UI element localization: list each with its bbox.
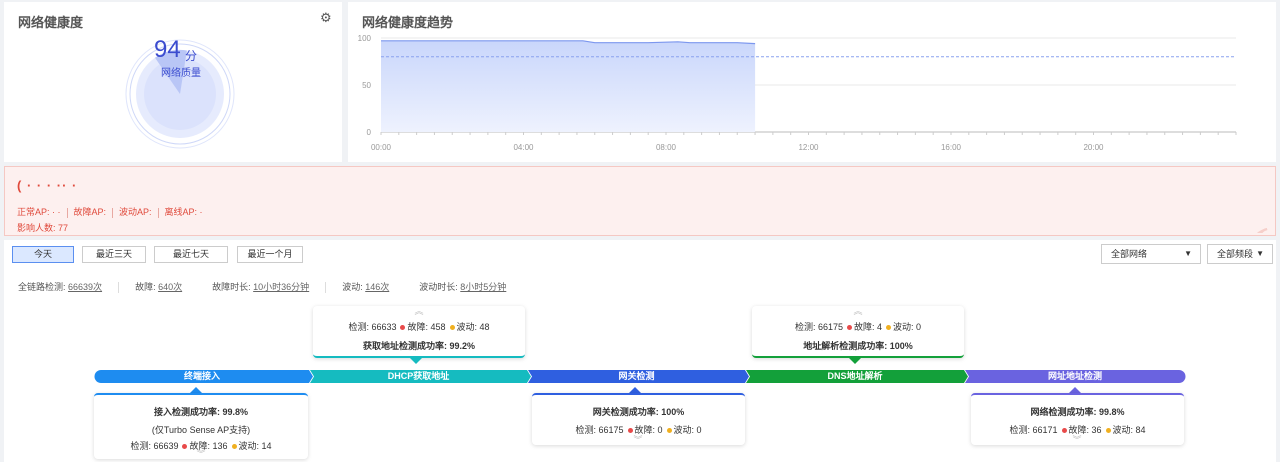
dns-fault: 故障: 4	[854, 322, 883, 332]
terminal-rate: 接入检测成功率: 99.8%	[153, 407, 249, 417]
trend-panel: 网络健康度趋势 0 50 100 00:00 04:00 08:00 12:00 16:00 2…	[348, 2, 1276, 162]
web-card: 网络检测成功率: 99.8% 检测: 66171 故障: 36 波动: 84 ︾	[971, 393, 1184, 445]
terminal-card: 接入检测成功率: 99.8% (仅Turbo Sense AP支持) 检测: 6…	[94, 393, 308, 459]
web-flap: 波动: 84	[1112, 425, 1146, 435]
terminal-flap: 波动: 14	[238, 441, 272, 451]
alert-affected-users: 影响人数: 77	[17, 223, 69, 233]
x-tick-label: 00:00	[371, 143, 392, 152]
dhcp-card: ︽ 检测: 66633 故障: 458 波动: 48 获取地址检测成功率: 99.2…	[313, 306, 525, 358]
x-tick-label: 20:00	[1083, 143, 1104, 152]
alert-normal-ap: 正常AP: · ·	[17, 207, 61, 217]
alert-ap-stats: 正常AP: · · 故障AP: 波动AP: 离线AP: ·	[17, 205, 203, 218]
gateway-detect: 检测: 66175	[575, 425, 624, 435]
dns-rate: 地址解析检测成功率: 100%	[803, 341, 913, 351]
x-tick-label: 04:00	[513, 143, 534, 152]
chevron-up-icon[interactable]: ︽	[409, 304, 429, 317]
y-tick-label: 0	[367, 128, 372, 137]
web-detect: 检测: 66171	[1009, 425, 1058, 435]
dhcp-rate: 获取地址检测成功率: 99.2%	[362, 341, 476, 351]
stage-web-label: 网址地址检测	[1047, 371, 1102, 381]
y-tick-label: 100	[358, 34, 372, 43]
alert-banner: ( · · · ·· · 正常AP: · · 故障AP: 波动AP: 离线AP: · …	[4, 166, 1276, 236]
trend-chart: 0 50 100 00:00 04:00 08:00 12:00 16:00 20:00	[358, 34, 1237, 152]
alert-flap-ap: 波动AP:	[119, 207, 152, 217]
wifi-watermark-icon	[1247, 228, 1268, 233]
chevron-down-icon[interactable]: ︾	[1067, 433, 1087, 446]
gear-icon[interactable]: ⚙	[320, 11, 332, 24]
x-tick-label: 08:00	[656, 143, 677, 152]
alert-title: ( · · · ·· ·	[17, 178, 78, 193]
trend-area	[381, 40, 756, 132]
dhcp-pointer	[410, 358, 422, 364]
x-tick-label: 12:00	[798, 143, 819, 152]
link-detection-panel: 今天 最近三天 最近七天 最近一个月 全部网络 ▼ 全部频段 ▼ 全链路检测: …	[4, 240, 1276, 462]
dns-flap: 波动: 0	[893, 322, 922, 332]
terminal-detect: 检测: 66639	[130, 441, 179, 451]
health-score: 94	[154, 36, 181, 63]
health-score-label: 网络质量	[161, 68, 201, 79]
dhcp-detect: 检测: 66633	[348, 322, 397, 332]
stage-terminal-label: 终端接入	[183, 371, 220, 381]
alert-offline-ap: 离线AP: ·	[164, 207, 203, 217]
web-rate: 网络检测成功率: 99.8%	[1030, 407, 1125, 417]
x-tick-label: 16:00	[941, 143, 962, 152]
stage-dns-label: DNS地址解析	[827, 371, 883, 381]
dhcp-flap: 波动: 48	[456, 322, 490, 332]
stage-dhcp-label: DHCP获取地址	[387, 371, 450, 381]
chevron-down-icon[interactable]: ︾	[191, 447, 211, 460]
dhcp-fault: 故障: 458	[407, 322, 446, 332]
dhcp-metrics: 检测: 66633 故障: 458 波动: 48	[313, 320, 525, 333]
health-title: 网络健康度	[18, 15, 84, 30]
y-tick-label: 50	[362, 81, 371, 90]
gateway-flap: 波动: 0	[673, 425, 702, 435]
health-panel: 网络健康度 ⚙ 94 分 网络质量	[4, 2, 342, 162]
dns-pointer	[849, 358, 861, 364]
dns-detect: 检测: 66175	[794, 322, 843, 332]
chevron-down-icon[interactable]: ︾	[628, 433, 648, 446]
health-score-unit: 分	[185, 49, 198, 63]
gateway-rate: 网关检测成功率: 100%	[592, 407, 685, 417]
chevron-up-icon[interactable]: ︽	[848, 304, 868, 317]
alert-fault-ap: 故障AP:	[73, 207, 107, 217]
gateway-card: 网关检测成功率: 100% 检测: 66175 故障: 0 波动: 0 ︾	[532, 393, 745, 445]
dns-metrics: 检测: 66175 故障: 4 波动: 0	[752, 320, 964, 333]
stage-gateway-label: 网关检测	[618, 371, 655, 381]
terminal-note: (仅Turbo Sense AP支持)	[151, 425, 251, 435]
dns-card: ︽ 检测: 66175 故障: 4 波动: 0 地址解析检测成功率: 100%	[752, 306, 964, 358]
